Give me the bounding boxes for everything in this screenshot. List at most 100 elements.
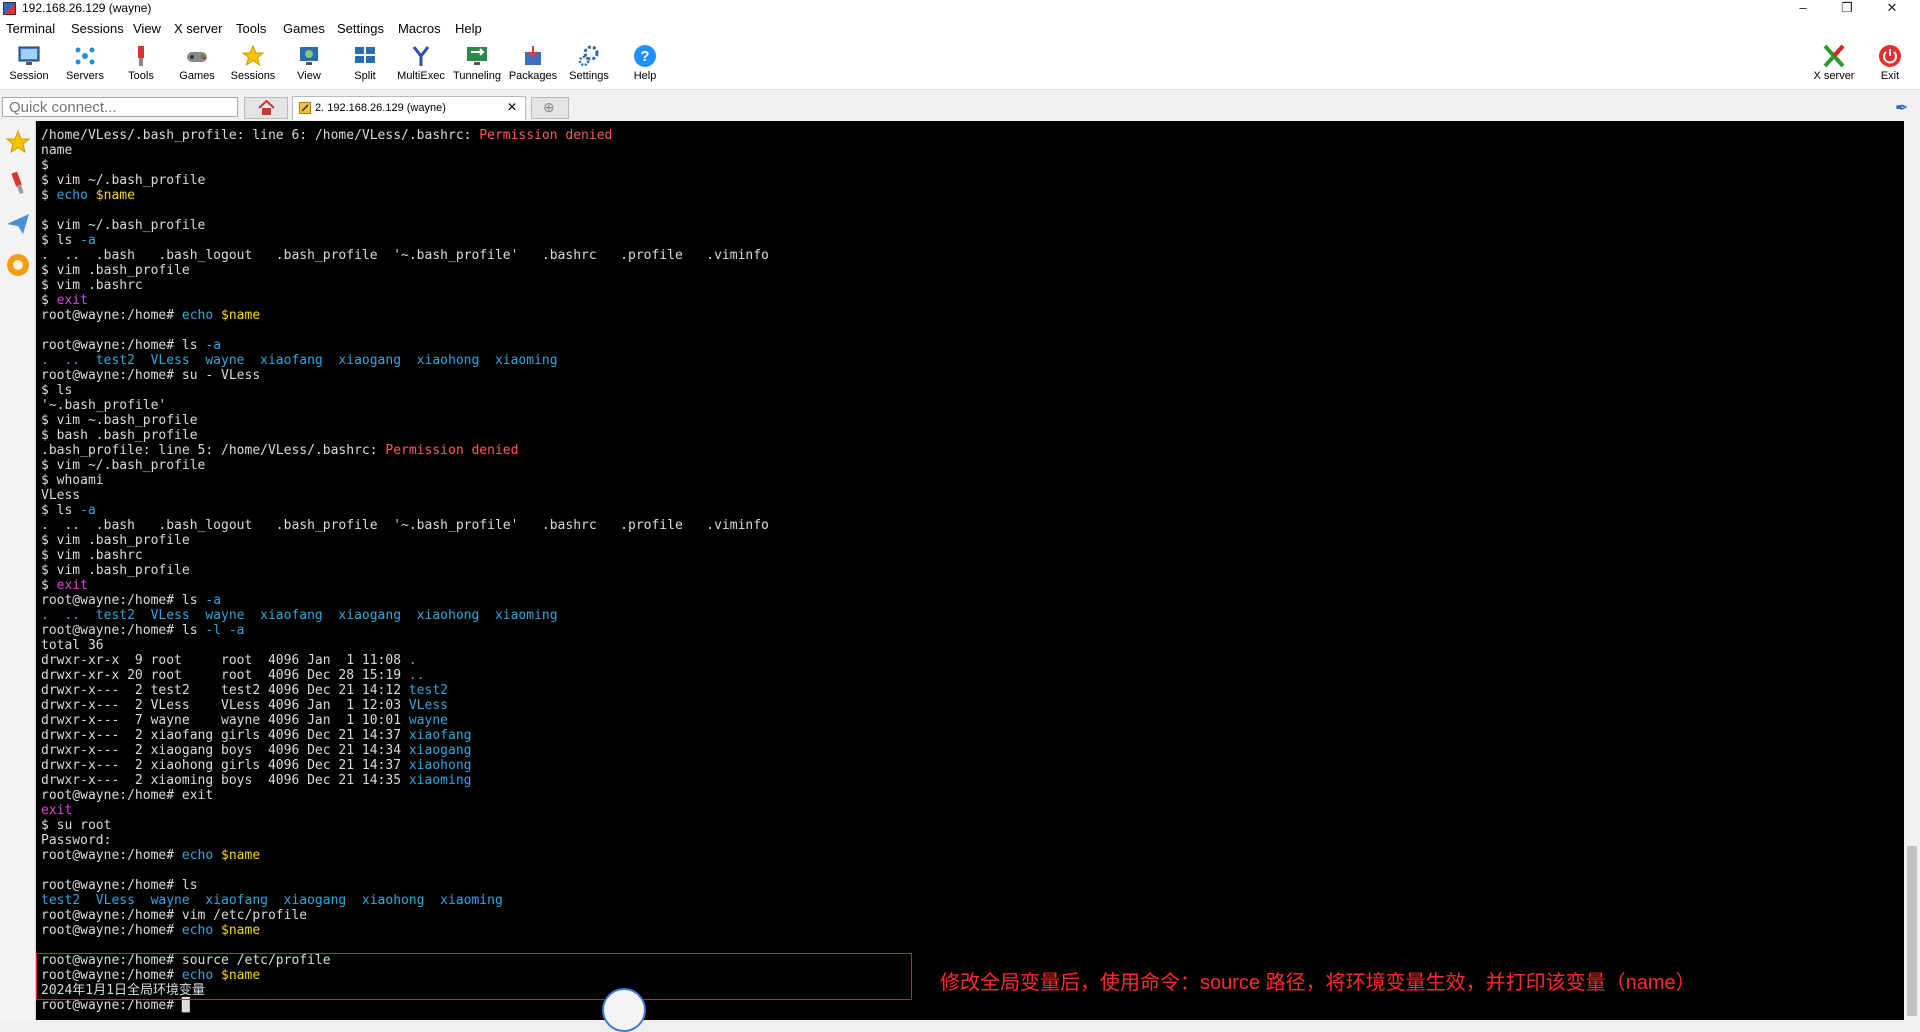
help-label: Help xyxy=(633,70,657,82)
terminal-text: VLess xyxy=(41,488,81,503)
x-server-button[interactable]: X server xyxy=(1806,41,1862,87)
terminal-line: /home/VLess/.bash_profile: line 6: /home… xyxy=(41,128,769,143)
terminal-text: $name xyxy=(95,188,135,203)
terminal-line: .bash_profile: line 5: /home/VLess/.bash… xyxy=(41,443,769,458)
servers-icon xyxy=(75,47,95,65)
games-button[interactable]: Games xyxy=(169,41,225,87)
menu-games[interactable]: Games xyxy=(283,21,325,36)
scrollbar[interactable] xyxy=(1904,121,1920,1020)
tab-close-icon[interactable]: ✕ xyxy=(507,100,517,114)
terminal-line: drwxr-x--- 2 xiaofang girls 4096 Dec 21 … xyxy=(41,728,769,743)
terminal-text: $ xyxy=(41,293,57,308)
quick-connect-input[interactable] xyxy=(2,97,238,117)
terminal-line: $ su root xyxy=(41,818,769,833)
menu-tools[interactable]: Tools xyxy=(236,21,266,36)
restore-icon[interactable]: ❐ xyxy=(1825,0,1869,18)
packages-button[interactable]: Packages xyxy=(505,41,561,87)
terminal-text: drwxr-x--- 2 xiaofang girls 4096 Dec 21 … xyxy=(41,728,409,743)
svg-text:?: ? xyxy=(640,48,649,65)
terminal-line: root@wayne:/home# █ xyxy=(41,998,769,1013)
terminal-text: xiaohong xyxy=(408,758,472,773)
sessions-button[interactable]: Sessions xyxy=(225,41,281,87)
terminal-text: root@wayne:/home# exit xyxy=(41,788,214,803)
terminal-text: . .. test2 VLess wayne xiaofang xiaogang… xyxy=(41,608,558,623)
menu-settings[interactable]: Settings xyxy=(337,21,384,36)
x-server-icon xyxy=(1823,44,1845,68)
menu-sessions[interactable]: Sessions xyxy=(71,21,124,36)
terminal-text: root@wayne:/home# vim /etc/profile xyxy=(41,908,308,923)
send-icon[interactable] xyxy=(5,211,31,237)
menu-view[interactable]: View xyxy=(133,21,161,36)
paperclip-icon[interactable]: ✒ xyxy=(1895,98,1908,118)
home-tab[interactable] xyxy=(244,97,288,119)
terminal-text: $ vim .bashrc xyxy=(41,548,143,563)
left-sidebar xyxy=(0,120,36,1020)
menu-help[interactable]: Help xyxy=(455,21,482,36)
terminal-line: . .. .bash .bash_logout .bash_profile '~… xyxy=(41,518,769,533)
terminal-text: test2 VLess wayne xiaofang xiaogang xiao… xyxy=(41,893,503,908)
terminal-line: root@wayne:/home# ls -a xyxy=(41,593,769,608)
servers-label: Servers xyxy=(66,70,104,82)
session-tab-icon xyxy=(299,102,311,114)
terminal-view[interactable]: /home/VLess/.bash_profile: line 6: /home… xyxy=(36,121,1904,1020)
tab-session[interactable]: 2. 192.168.26.129 (wayne) ✕ xyxy=(292,96,526,120)
view-label: View xyxy=(297,70,321,82)
macro-icon[interactable] xyxy=(5,252,31,278)
terminal-line: Password: xyxy=(41,833,769,848)
new-tab-button[interactable]: ⊕ xyxy=(531,97,569,119)
servers-button[interactable]: Servers xyxy=(57,41,113,87)
multiexec-button[interactable]: MultiExec xyxy=(393,41,449,87)
tools-button[interactable]: Tools xyxy=(113,41,169,87)
gear-icon xyxy=(578,45,599,67)
terminal-text: xiaofang xyxy=(408,728,472,743)
terminal-text: root@wayne:/home# xyxy=(41,923,182,938)
scrollbar-thumb[interactable] xyxy=(1907,846,1917,1016)
terminal-text: drwxr-xr-x 20 root root 4096 Dec 28 15:1… xyxy=(41,668,409,683)
view-button[interactable]: View xyxy=(281,41,337,87)
menu-x-server[interactable]: X server xyxy=(174,21,222,36)
terminal-line: root@wayne:/home# echo $name xyxy=(41,848,769,863)
terminal-text: root@wayne:/home# ls xyxy=(41,878,198,893)
exit-button[interactable]: Exit xyxy=(1862,41,1918,87)
terminal-text: $ ls xyxy=(41,503,81,518)
terminal-text: Permission denied xyxy=(385,443,519,458)
tab-bar: 2. 192.168.26.129 (wayne) ✕ ⊕ ✒ xyxy=(0,95,1920,120)
terminal-line: test2 VLess wayne xiaofang xiaogang xiao… xyxy=(41,893,769,908)
terminal-line: drwxr-x--- 2 VLess VLess 4096 Jan 1 12:0… xyxy=(41,698,769,713)
menu-terminal[interactable]: Terminal xyxy=(6,21,55,36)
games-label: Games xyxy=(179,70,215,82)
terminal-line: drwxr-x--- 2 xiaogang boys 4096 Dec 21 1… xyxy=(41,743,769,758)
terminal-line: name xyxy=(41,143,769,158)
avatar[interactable] xyxy=(602,988,646,1032)
settings-button[interactable]: Settings xyxy=(561,41,617,87)
close-icon[interactable]: ✕ xyxy=(1870,0,1914,18)
tools-icon[interactable] xyxy=(5,170,31,196)
terminal-text: $name xyxy=(221,308,261,323)
terminal-text: exit xyxy=(56,293,88,308)
menu-macros[interactable]: Macros xyxy=(398,21,441,36)
terminal-line: $ vim ~/.bash_profile xyxy=(41,218,769,233)
terminal-text: . xyxy=(408,653,417,668)
terminal-text: $ ls xyxy=(41,383,73,398)
terminal-line: $ vim ~/.bash_profile xyxy=(41,173,769,188)
terminal-text: $ vim .bashrc xyxy=(41,278,143,293)
terminal-text: echo xyxy=(56,188,88,203)
tunneling-button[interactable]: Tunneling xyxy=(449,41,505,87)
star-icon[interactable] xyxy=(5,129,31,155)
toolbar: Session Servers Tools Games Sessions Vie… xyxy=(0,39,1920,90)
minimize-icon[interactable]: – xyxy=(1781,0,1825,18)
tab-label: 2. 192.168.26.129 (wayne) xyxy=(315,102,446,114)
help-button[interactable]: ? Help xyxy=(617,41,673,87)
terminal-text: $ whoami xyxy=(41,473,104,488)
terminal-line: root@wayne:/home# su - VLess xyxy=(41,368,769,383)
terminal-text: echo xyxy=(181,923,214,938)
terminal-text: -a xyxy=(80,233,96,248)
session-button[interactable]: Session xyxy=(1,41,57,87)
terminal-line: drwxr-x--- 2 xiaoming boys 4096 Dec 21 1… xyxy=(41,773,769,788)
terminal-line: . .. .bash .bash_logout .bash_profile '~… xyxy=(41,248,769,263)
split-button[interactable]: Split xyxy=(337,41,393,87)
terminal-line: $ exit xyxy=(41,293,769,308)
title-bar: 192.168.26.129 (wayne) – ❐ ✕ xyxy=(0,0,1920,18)
